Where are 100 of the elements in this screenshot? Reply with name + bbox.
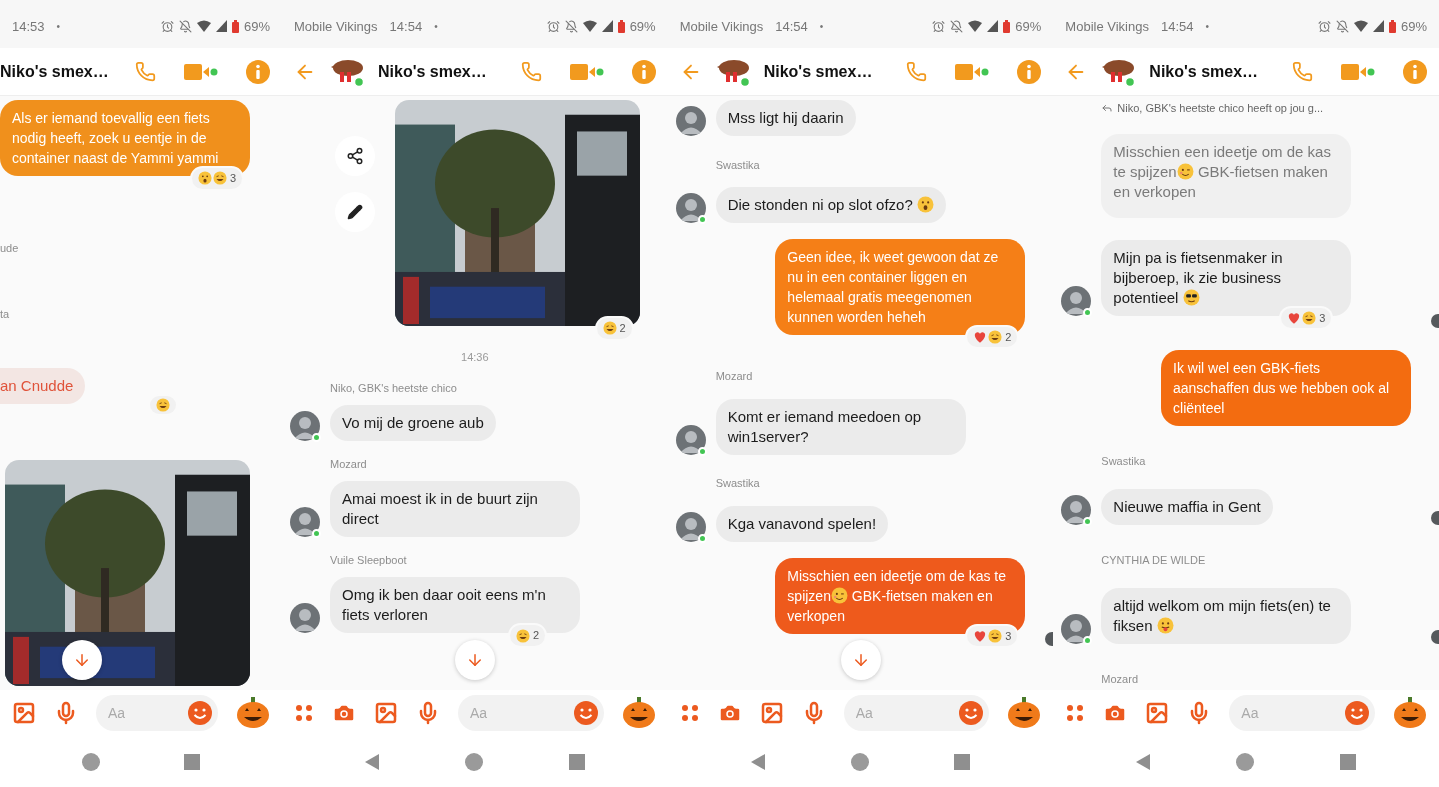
pumpkin-button[interactable] xyxy=(1007,697,1042,729)
pumpkin-icon xyxy=(236,697,270,729)
share-icon xyxy=(345,147,364,165)
image-icon xyxy=(12,701,36,725)
grinning-face-icon xyxy=(1302,311,1317,325)
share-button[interactable] xyxy=(334,136,375,176)
sender-name: Vuile Sleepboot xyxy=(330,554,407,567)
gallery-button[interactable] xyxy=(12,701,36,725)
alarm-icon xyxy=(1318,19,1331,33)
edit-button[interactable] xyxy=(334,192,375,232)
tongue-out-face-icon xyxy=(1156,617,1174,635)
clock: 14:54 xyxy=(775,17,808,36)
recents-nav-button[interactable] xyxy=(1339,752,1358,771)
sender-name: Mozard xyxy=(715,370,753,382)
clock: 14:54 xyxy=(1160,17,1194,36)
circle-home-icon xyxy=(81,751,101,772)
message-bubble: Kga vanavond spelen! xyxy=(715,505,889,542)
message-field[interactable]: Aa xyxy=(843,695,990,731)
timestamp: 14:36 xyxy=(461,349,489,365)
user-avatar xyxy=(290,411,320,442)
heart-icon xyxy=(973,628,988,643)
back-nav-button[interactable] xyxy=(749,752,766,771)
alarm-icon xyxy=(546,19,560,33)
quoted-message-bubble: Misschien een ideetje om de kas te spijzen GBK-fietsen maken en verkopen xyxy=(1101,134,1352,219)
message-field[interactable]: Aa xyxy=(96,695,218,731)
emoji-button[interactable] xyxy=(958,700,985,726)
phone-call-button[interactable] xyxy=(1292,61,1313,82)
winking-face-icon xyxy=(1176,163,1194,181)
apps-button[interactable] xyxy=(679,703,700,723)
notification-dot: • xyxy=(1205,19,1209,34)
wifi-icon xyxy=(1354,20,1368,33)
pumpkin-button[interactable] xyxy=(1393,697,1427,729)
battery-level: 69% xyxy=(629,17,656,36)
pumpkin-button[interactable] xyxy=(236,697,270,729)
carrier-name: Mobile Vikings xyxy=(679,17,764,36)
emoji-button[interactable] xyxy=(187,700,213,726)
phone-call-button[interactable] xyxy=(135,61,156,82)
back-nav-button[interactable] xyxy=(1135,752,1152,771)
home-nav-button[interactable] xyxy=(81,751,101,772)
phone-call-button[interactable] xyxy=(520,61,542,82)
phone-icon xyxy=(135,61,156,82)
triangle-back-icon xyxy=(363,752,380,771)
recents-nav-button[interactable] xyxy=(567,752,586,771)
user-avatar xyxy=(1061,285,1092,316)
grinning-face-icon xyxy=(516,628,530,643)
smiley-icon xyxy=(572,700,599,726)
surprised-face-icon xyxy=(197,171,212,186)
gallery-button[interactable] xyxy=(1145,701,1170,725)
video-call-button[interactable] xyxy=(955,61,990,82)
mute-icon xyxy=(564,19,578,33)
phone-icon xyxy=(906,61,928,82)
gallery-button[interactable] xyxy=(374,701,398,725)
apps-button[interactable] xyxy=(294,703,314,723)
info-button[interactable] xyxy=(631,59,656,84)
apps-button[interactable] xyxy=(1065,703,1086,723)
square-recents-icon xyxy=(183,752,201,771)
pumpkin-button[interactable] xyxy=(621,697,656,729)
recents-nav-button[interactable] xyxy=(183,752,201,771)
notification-dot: • xyxy=(434,19,438,34)
grinning-face-icon xyxy=(988,330,1003,345)
signal-icon xyxy=(215,20,227,33)
mute-icon xyxy=(178,19,192,33)
message-bubble: Komt er iemand meedoen op win1server? xyxy=(715,398,966,455)
grinning-face-icon xyxy=(156,397,170,412)
message-field[interactable]: Aa xyxy=(458,695,604,731)
recents-nav-button[interactable] xyxy=(953,752,972,771)
info-icon xyxy=(246,59,270,84)
message-bubble: Vo mij de groene aub xyxy=(330,405,496,442)
user-avatar xyxy=(675,511,706,542)
pencil-icon xyxy=(346,204,363,220)
user-avatar xyxy=(1061,495,1092,526)
alarm-icon xyxy=(160,19,174,33)
info-button[interactable] xyxy=(1017,59,1042,84)
heart-icon xyxy=(973,330,988,345)
circle-home-icon xyxy=(463,751,484,772)
home-nav-button[interactable] xyxy=(1235,751,1256,772)
message-bubble: Die stonden ni op slot ofzo? xyxy=(715,187,946,224)
message-field[interactable]: Aa xyxy=(1229,695,1375,731)
alarm-icon xyxy=(932,19,946,33)
video-camera-icon xyxy=(569,61,604,82)
wifi-icon xyxy=(196,20,211,33)
info-button[interactable] xyxy=(1403,59,1427,84)
battery-icon xyxy=(1389,19,1396,33)
battery-icon xyxy=(617,19,625,33)
battery-icon xyxy=(1003,19,1011,33)
emoji-button[interactable] xyxy=(1344,700,1370,726)
home-nav-button[interactable] xyxy=(463,751,484,772)
emoji-button[interactable] xyxy=(572,700,599,726)
info-icon xyxy=(631,59,656,84)
video-call-button[interactable] xyxy=(184,61,218,82)
home-nav-button[interactable] xyxy=(849,751,870,772)
video-call-button[interactable] xyxy=(569,61,604,82)
video-call-button[interactable] xyxy=(1341,61,1375,82)
grinning-face-icon xyxy=(602,321,617,336)
square-recents-icon xyxy=(1339,752,1358,771)
info-button[interactable] xyxy=(246,59,270,84)
phone-call-button[interactable] xyxy=(906,61,928,82)
gallery-button[interactable] xyxy=(759,701,784,725)
back-nav-button[interactable] xyxy=(363,752,380,771)
wifi-icon xyxy=(582,20,597,33)
